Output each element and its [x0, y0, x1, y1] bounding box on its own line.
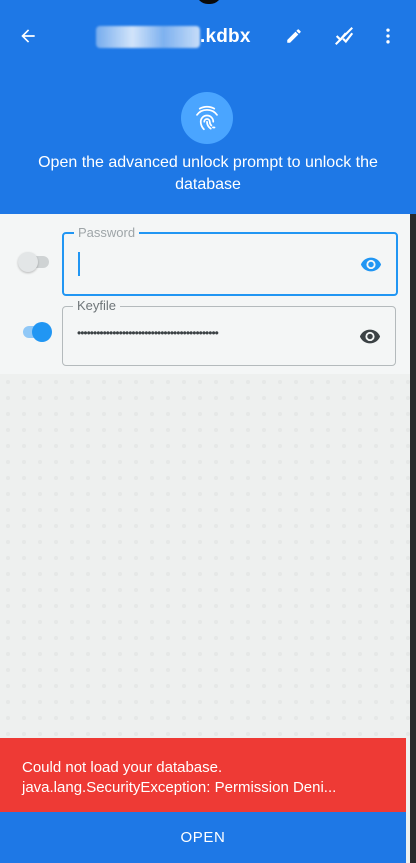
keyfile-toggle[interactable]: [20, 322, 52, 342]
lock-toggle-button[interactable]: [330, 22, 358, 50]
keyfile-label: Keyfile: [73, 298, 121, 313]
toolbar: .kdbx: [0, 14, 416, 62]
edit-button[interactable]: [280, 22, 308, 50]
keyfile-field[interactable]: Keyfile ••••••••••••••••••••••••••••••••…: [62, 298, 396, 366]
screen-edge: [410, 214, 416, 863]
title-extension: .kdbx: [200, 26, 251, 47]
password-label: Password: [74, 225, 140, 240]
error-message-line1: Could not load your database.: [22, 759, 223, 776]
header: .kdbx Open the advanced unlock prompt to…: [0, 0, 416, 214]
arrow-left-icon: [21, 29, 35, 43]
keyfile-visibility-button[interactable]: [357, 323, 383, 349]
redacted-filename: [96, 26, 200, 48]
keyfile-toggle-knob: [32, 322, 52, 342]
password-toggle[interactable]: [18, 252, 50, 272]
advanced-unlock-button[interactable]: [181, 92, 233, 144]
back-button[interactable]: [14, 22, 42, 50]
overflow-menu-button[interactable]: [374, 22, 402, 50]
background-area: [0, 374, 410, 738]
eye-icon: [360, 257, 382, 272]
credentials-panel: Password Keyfile •••••••••••••••••••••••…: [0, 214, 410, 374]
password-field[interactable]: Password: [62, 225, 398, 296]
pencil-icon: [287, 29, 301, 43]
password-visibility-button[interactable]: [358, 251, 384, 277]
fingerprint-icon: [196, 105, 218, 131]
text-cursor: [78, 252, 80, 276]
error-snackbar: Could not load your database. java.lang.…: [0, 738, 406, 812]
lock-off-icon: [335, 27, 354, 45]
more-vert-icon: [386, 28, 390, 44]
unlock-screen: .kdbx Open the advanced unlock prompt to…: [0, 0, 416, 863]
keyfile-value: ••••••••••••••••••••••••••••••••••••••••…: [77, 326, 219, 340]
database-title: .kdbx: [96, 24, 251, 50]
error-message-line2: java.lang.SecurityException: Permission …: [22, 779, 337, 796]
unlock-prompt-text: Open the advanced unlock prompt to unloc…: [38, 154, 378, 193]
password-toggle-knob: [18, 252, 38, 272]
eye-icon: [359, 329, 381, 344]
open-button[interactable]: OPEN: [0, 812, 406, 863]
